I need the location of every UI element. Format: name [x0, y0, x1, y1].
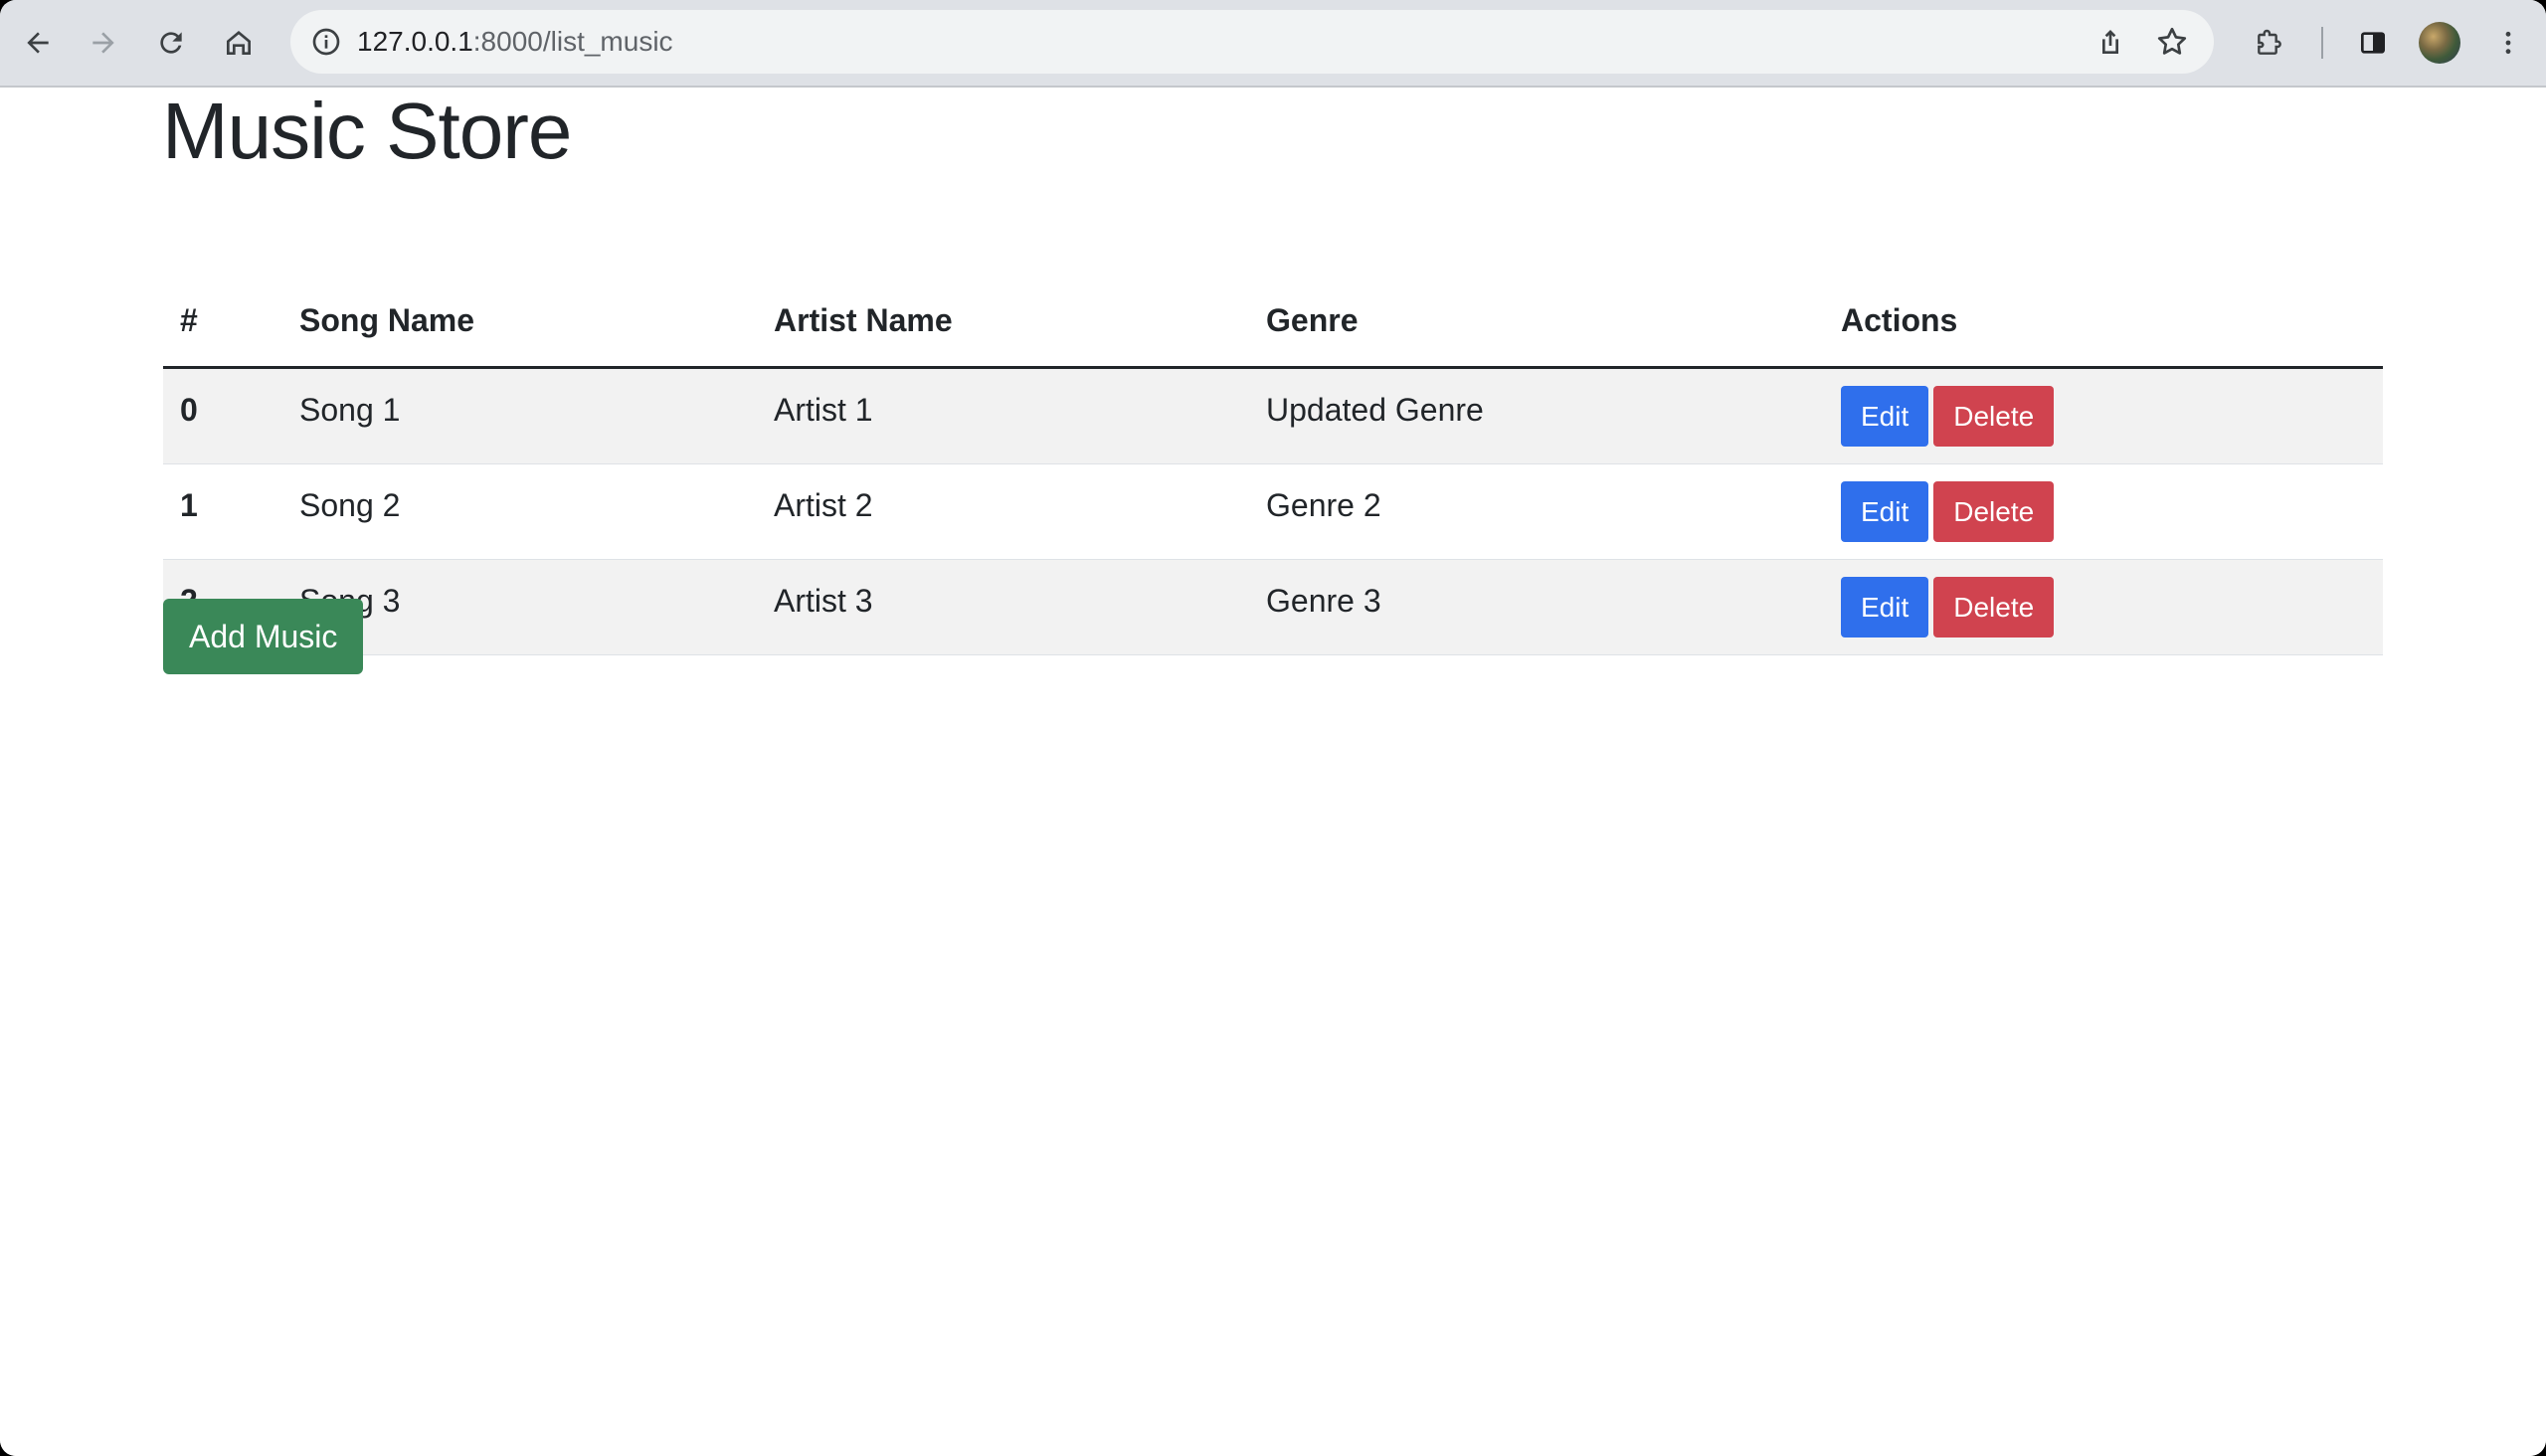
genre-text: Genre 3 — [1266, 583, 1381, 619]
table-header-row: # Song Name Artist Name Genre Actions — [163, 274, 2383, 369]
header-song-name: Song Name — [282, 274, 757, 369]
info-icon[interactable] — [310, 26, 342, 58]
song-name-text: Song 2 — [299, 487, 401, 523]
header-actions: Actions — [1824, 274, 2383, 369]
header-number: # — [163, 274, 282, 369]
url-path: :8000/list_music — [472, 26, 673, 57]
genre-cell: Updated Genre — [1249, 367, 1824, 464]
reload-icon — [160, 32, 182, 54]
genre-cell: Genre 2 — [1249, 463, 1824, 560]
side-panel-button[interactable] — [2351, 21, 2395, 65]
side-panel-icon — [2361, 32, 2385, 54]
back-button[interactable] — [16, 21, 60, 65]
song-name-text: Song 1 — [299, 392, 401, 428]
artist-name-text: Artist 3 — [774, 583, 873, 619]
edit-button[interactable]: Edit — [1841, 386, 1929, 447]
profile-avatar[interactable] — [2419, 22, 2460, 64]
table-row: 0 Song 1 Artist 1 Updated Genre Edit Dele… — [163, 367, 2383, 464]
delete-button[interactable]: Delete — [1933, 481, 2055, 542]
music-table: # Song Name Artist Name Genre Actions 0 … — [163, 274, 2383, 655]
genre-cell: Genre 3 — [1249, 559, 1824, 655]
actions-cell: Edit Delete — [1824, 367, 2383, 464]
page-content: Music Store # Song Name Artist Name Genr… — [0, 88, 2546, 1456]
row-number: 1 — [163, 463, 282, 560]
back-arrow-icon — [27, 32, 49, 54]
table-row: 2 Song 3 Artist 3 Genre 3 EditDelete — [163, 559, 2383, 655]
forward-button[interactable] — [82, 21, 125, 65]
home-icon — [227, 31, 251, 55]
song-name-cell: Song 1 — [282, 367, 757, 464]
row-number: 0 — [163, 367, 282, 464]
artist-name-cell: Artist 2 — [757, 463, 1249, 560]
puzzle-icon — [2258, 29, 2281, 55]
genre-text: Genre 2 — [1266, 487, 1381, 523]
genre-text: Updated Genre — [1266, 392, 1484, 428]
artist-name-cell: Artist 1 — [757, 367, 1249, 464]
browser-window: 127.0.0.1:8000/list_music Music Store # … — [0, 0, 2546, 1456]
star-icon[interactable] — [2154, 24, 2190, 60]
browser-toolbar: 127.0.0.1:8000/list_music — [0, 0, 2546, 88]
home-button[interactable] — [217, 21, 261, 65]
edit-button[interactable]: Edit — [1841, 577, 1929, 637]
toolbar-divider — [2321, 27, 2323, 59]
row-number-text: 1 — [180, 487, 198, 523]
url-text[interactable]: 127.0.0.1:8000/list_music — [357, 10, 673, 74]
add-music-button[interactable]: Add Music — [163, 599, 364, 674]
edit-button[interactable]: Edit — [1841, 481, 1929, 542]
header-artist-name: Artist Name — [757, 274, 1249, 369]
header-genre: Genre — [1249, 274, 1824, 369]
actions-cell: Edit Delete — [1824, 463, 2383, 560]
kebab-menu-icon — [2505, 31, 2511, 55]
artist-name-cell: Artist 3 — [757, 559, 1249, 655]
reload-button[interactable] — [149, 21, 193, 65]
song-name-cell: Song 2 — [282, 463, 757, 560]
address-bar[interactable]: 127.0.0.1:8000/list_music — [290, 10, 2214, 74]
delete-button[interactable]: Delete — [1933, 577, 2055, 637]
extensions-button[interactable] — [2248, 21, 2291, 65]
delete-button[interactable]: Delete — [1933, 386, 2055, 447]
artist-name-text: Artist 1 — [774, 392, 873, 428]
share-icon[interactable] — [2094, 26, 2126, 58]
row-number-text: 0 — [180, 392, 198, 428]
artist-name-text: Artist 2 — [774, 487, 873, 523]
actions-cell: Edit Delete — [1824, 559, 2383, 655]
url-host: 127.0.0.1 — [357, 26, 473, 57]
page-title: Music Store — [162, 87, 572, 175]
browser-menu-button[interactable] — [2486, 21, 2530, 65]
forward-arrow-icon — [92, 32, 114, 54]
table-row: 1 Song 2 Artist 2 Genre 2 Edit Delete — [163, 463, 2383, 560]
